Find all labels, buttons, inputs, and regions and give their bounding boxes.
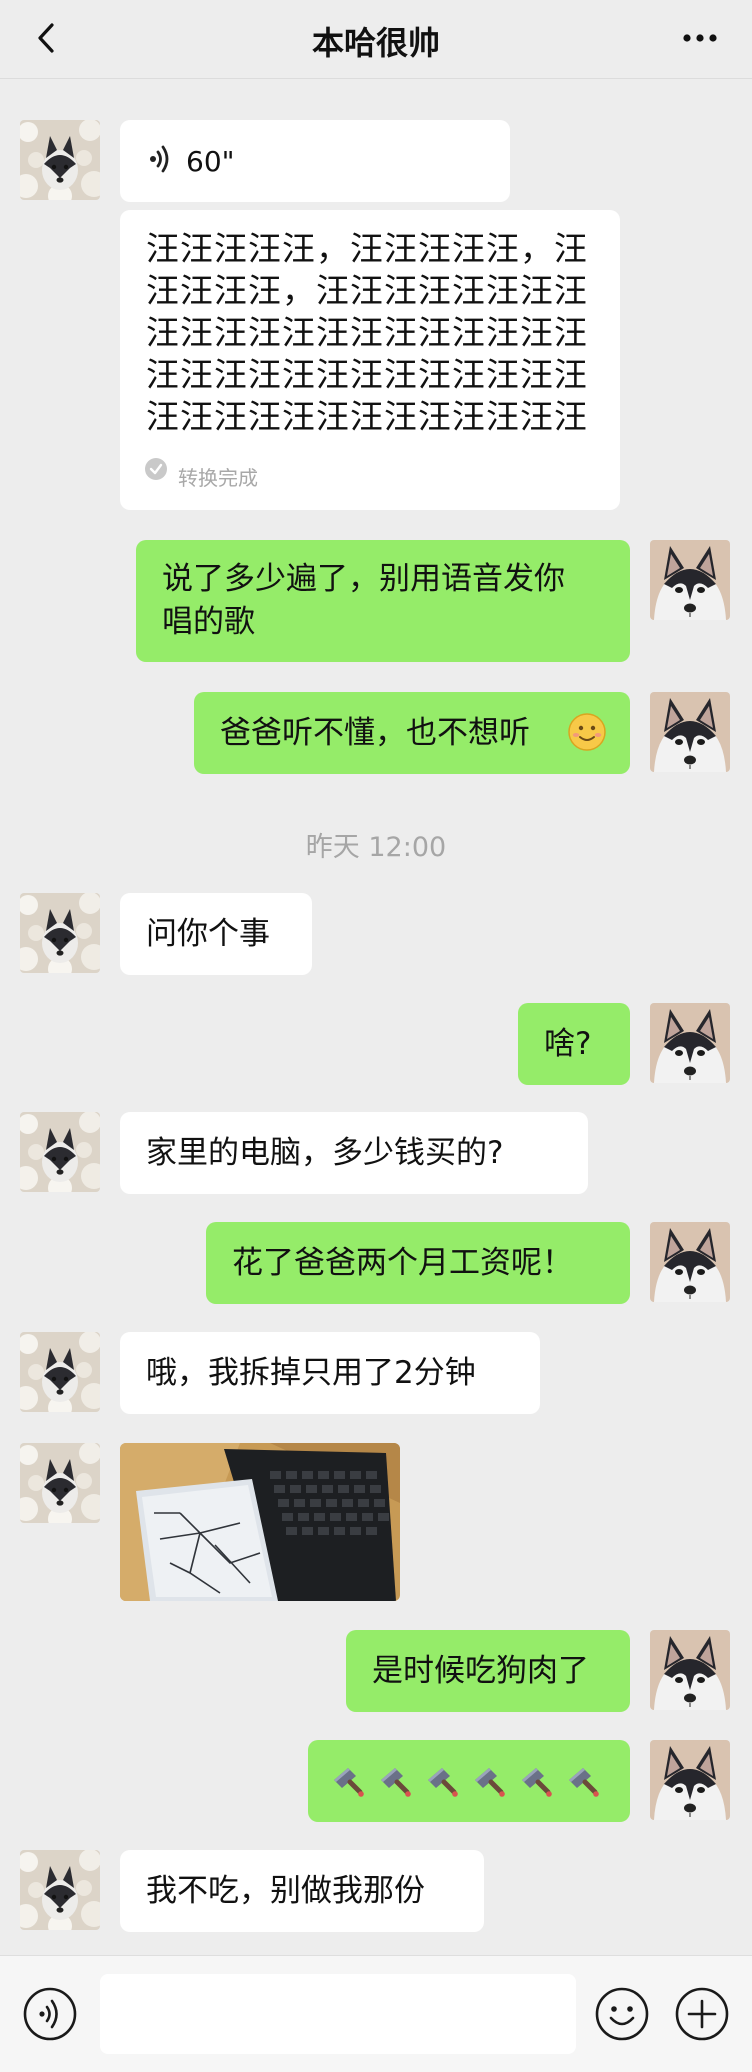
incoming-message[interactable]: 问你个事 [120,893,312,975]
cleaver-emoji-icon [330,1764,364,1798]
incoming-message[interactable]: 哦，我拆掉只用了2分钟 [120,1332,540,1414]
plus-icon[interactable] [674,1986,730,2042]
emoji-icon[interactable] [594,1986,650,2042]
contact-avatar[interactable] [20,1332,100,1412]
broken-laptop-photo[interactable] [120,1443,400,1601]
message-input[interactable] [100,1974,576,2054]
contact-avatar[interactable] [20,120,100,200]
incoming-message[interactable]: 我不吃，别做我那份 [120,1850,484,1932]
my-avatar[interactable] [650,1003,730,1083]
my-avatar[interactable] [650,692,730,772]
transcript-text: 汪汪汪汪汪，汪汪汪汪汪，汪 汪汪汪汪，汪汪汪汪汪汪汪汪 汪汪汪汪汪汪汪汪汪汪汪汪… [146,229,588,436]
message-text: 问你个事 [146,916,270,952]
chat-title: 本哈很帅 [311,24,440,62]
my-avatar[interactable] [650,1740,730,1820]
check-circle-icon [145,458,167,480]
my-avatar[interactable] [650,540,730,620]
voice-transcript-bubble[interactable]: 汪汪汪汪汪，汪汪汪汪汪，汪 汪汪汪汪，汪汪汪汪汪汪汪汪 汪汪汪汪汪汪汪汪汪汪汪汪… [120,210,620,510]
cleaver-emoji-icon [518,1764,552,1798]
outgoing-message[interactable]: 是时候吃狗肉了 [346,1630,630,1712]
incoming-message[interactable]: 家里的电脑，多少钱买的? [120,1112,588,1194]
chat-header: 本哈很帅 [0,0,752,79]
outgoing-message[interactable]: 花了爸爸两个月工资呢！ [206,1222,630,1304]
message-text: 花了爸爸两个月工资呢！ [232,1245,573,1281]
cleaver-emoji-icon [471,1764,505,1798]
contact-avatar[interactable] [20,893,100,973]
message-text: 是时候吃狗肉了 [372,1653,589,1689]
outgoing-message[interactable]: 啥? [518,1003,630,1085]
chat-timestamp: 昨天 12:00 [305,832,447,863]
message-text: 家里的电脑，多少钱买的? [146,1135,504,1171]
contact-avatar[interactable] [20,1112,100,1192]
message-text: 我不吃，别做我那份 [146,1873,425,1909]
cleaver-emoji-icon [565,1764,599,1798]
cleaver-emoji-icon [424,1764,458,1798]
message-text: 哦，我拆掉只用了2分钟 [146,1355,476,1391]
cleaver-emoji-icon [377,1764,411,1798]
voice-input-icon[interactable] [22,1986,78,2042]
contact-avatar[interactable] [20,1443,100,1523]
outgoing-message[interactable]: 说了多少遍了，别用语音发你 唱的歌 [136,540,630,662]
outgoing-message[interactable]: 爸爸听不懂，也不想听 [194,692,630,774]
contact-avatar[interactable] [20,1850,100,1930]
message-text: 爸爸听不懂，也不想听 [220,715,530,751]
message-text: 啥? [544,1026,592,1062]
smile-emoji-icon [568,713,606,751]
my-avatar[interactable] [650,1222,730,1302]
outgoing-emoji-message[interactable] [308,1740,630,1822]
chat-input-bar [0,1955,752,2072]
my-avatar[interactable] [650,1630,730,1710]
more-dots-icon[interactable] [676,18,724,58]
voice-duration: 60" [186,145,235,178]
message-text: 说了多少遍了，别用语音发你 唱的歌 [162,561,565,640]
voice-wave-icon [150,145,169,173]
voice-message-bubble[interactable]: 60" [120,120,510,202]
